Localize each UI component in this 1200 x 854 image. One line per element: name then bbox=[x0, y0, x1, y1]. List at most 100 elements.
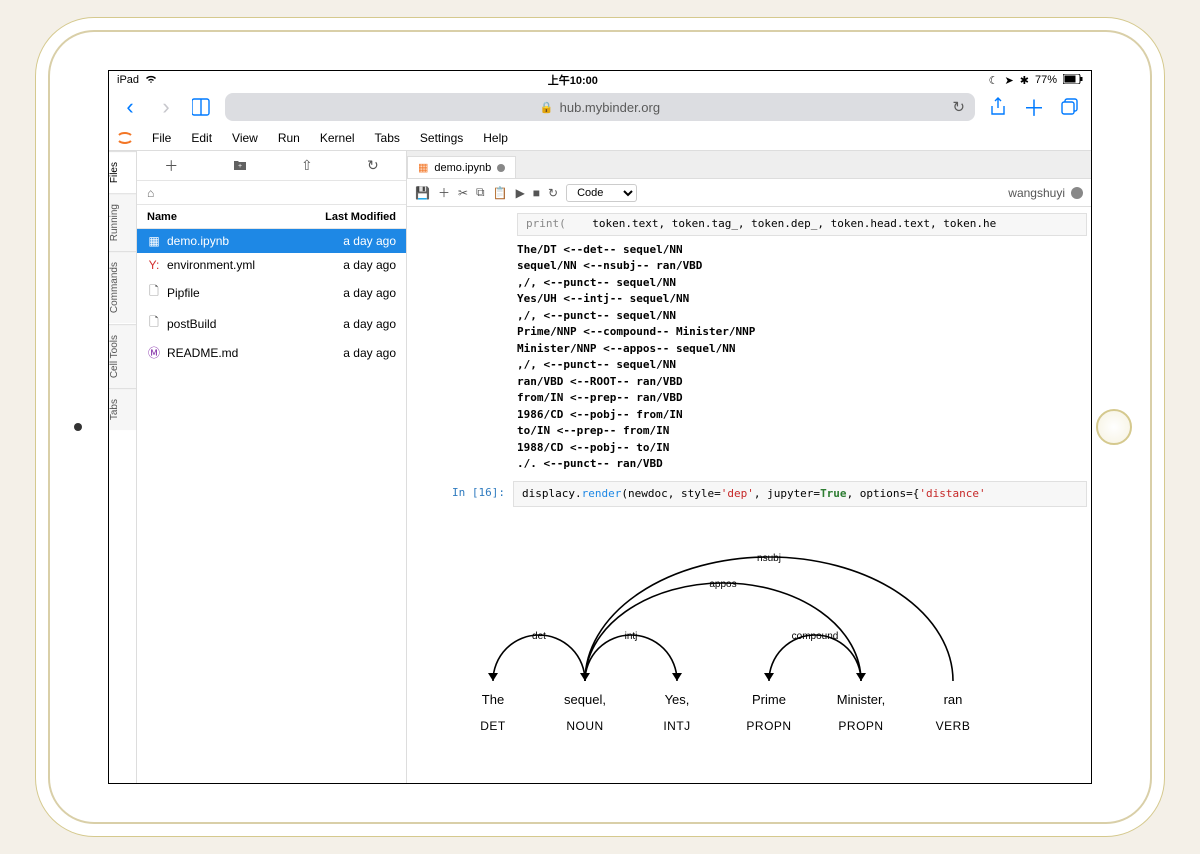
menu-view[interactable]: View bbox=[223, 128, 267, 148]
file-icon: 🗋 bbox=[147, 313, 161, 334]
dep-token: The bbox=[447, 690, 539, 710]
svg-text:+: + bbox=[238, 163, 242, 170]
input-prompt: In [16]: bbox=[451, 481, 513, 508]
dep-pos: NOUN bbox=[539, 717, 631, 735]
file-row[interactable]: ▦ demo.ipynb a day ago bbox=[137, 229, 406, 253]
file-modified: a day ago bbox=[343, 258, 396, 272]
file-row[interactable]: Y:environment.ymla day ago bbox=[137, 253, 406, 277]
device-label: iPad bbox=[117, 74, 139, 86]
battery-percent: 77% bbox=[1035, 74, 1057, 86]
jupyter-menu-bar: FileEditViewRunKernelTabsSettingsHelp bbox=[109, 125, 1091, 151]
safari-toolbar: ‹ › 🔒 hub.mybinder.org ↻ ＋ bbox=[109, 89, 1091, 125]
dep-token: Yes, bbox=[631, 690, 723, 710]
menu-tabs[interactable]: Tabs bbox=[366, 128, 409, 148]
file-name: demo.ipynb bbox=[167, 234, 229, 248]
restart-icon[interactable]: ↻ bbox=[548, 186, 558, 200]
run-icon[interactable]: ▶ bbox=[516, 186, 525, 200]
forward-button[interactable]: › bbox=[153, 94, 179, 120]
menu-help[interactable]: Help bbox=[474, 128, 517, 148]
file-icon: Ⓜ bbox=[147, 344, 161, 361]
dep-token: sequel, bbox=[539, 690, 631, 710]
side-tab-files[interactable]: Files bbox=[109, 151, 136, 193]
code-input[interactable]: displacy.render(newdoc, style='dep', jup… bbox=[513, 481, 1087, 508]
bluetooth-icon: ✱ bbox=[1020, 74, 1029, 87]
menu-settings[interactable]: Settings bbox=[411, 128, 472, 148]
code-fragment: print( token.text, token.tag_, token.dep… bbox=[517, 213, 1087, 236]
svg-text:intj: intj bbox=[625, 631, 638, 642]
add-cell-icon[interactable]: ＋ bbox=[438, 184, 450, 201]
clock: 上午10:00 bbox=[548, 72, 598, 88]
notebook-body: print( token.text, token.tag_, token.dep… bbox=[407, 207, 1091, 783]
wifi-icon bbox=[145, 74, 157, 87]
dirty-indicator-icon bbox=[497, 164, 505, 172]
displacy-output: det intj compound appos nsubj The DETsequel, N… bbox=[447, 521, 1091, 741]
jupyter-logo-icon bbox=[113, 126, 137, 150]
file-modified: a day ago bbox=[343, 346, 396, 360]
file-browser: ＋ + ⇧ ↻ ⌂ Name Last Modified ▦ demo.ipynb… bbox=[137, 151, 407, 783]
menu-file[interactable]: File bbox=[143, 128, 180, 148]
side-tab-bar: FilesRunningCommandsCell ToolsTabs bbox=[109, 151, 137, 783]
tab-title: demo.ipynb bbox=[434, 162, 491, 174]
side-tab-tabs[interactable]: Tabs bbox=[109, 388, 136, 430]
dep-pos: DET bbox=[447, 717, 539, 735]
refresh-icon[interactable]: ↻ bbox=[367, 157, 379, 174]
document-tab[interactable]: ▦ demo.ipynb bbox=[407, 156, 516, 178]
dep-pos: PROPN bbox=[723, 717, 815, 735]
stop-icon[interactable]: ■ bbox=[533, 186, 540, 200]
save-icon[interactable]: 💾 bbox=[415, 186, 430, 200]
file-row[interactable]: 🗋 postBuild a day ago bbox=[137, 308, 406, 339]
location-icon: ➤ bbox=[1005, 74, 1014, 87]
file-modified: a day ago bbox=[343, 234, 396, 248]
col-modified[interactable]: Last Modified bbox=[325, 211, 396, 223]
file-name: environment.yml bbox=[167, 258, 255, 272]
file-name: postBuild bbox=[167, 317, 216, 331]
new-tab-button[interactable]: ＋ bbox=[1021, 94, 1047, 120]
bookmarks-button[interactable] bbox=[189, 94, 215, 120]
file-name: README.md bbox=[167, 346, 238, 360]
url-bar[interactable]: 🔒 hub.mybinder.org ↻ bbox=[225, 93, 975, 121]
menu-edit[interactable]: Edit bbox=[182, 128, 221, 148]
reload-icon[interactable]: ↻ bbox=[952, 98, 965, 116]
svg-text:compound: compound bbox=[792, 631, 839, 642]
copy-icon[interactable]: ⧉ bbox=[476, 185, 485, 200]
notebook-toolbar: 💾 ＋ ✂ ⧉ 📋 ▶ ■ ↻ Code wangshuyi bbox=[407, 179, 1091, 207]
svg-text:appos: appos bbox=[709, 579, 736, 590]
dep-token: Minister, bbox=[815, 690, 907, 710]
side-tab-commands[interactable]: Commands bbox=[109, 251, 136, 323]
file-modified: a day ago bbox=[343, 286, 396, 300]
username: wangshuyi bbox=[1008, 186, 1065, 200]
side-tab-cell-tools[interactable]: Cell Tools bbox=[109, 324, 136, 388]
upload-icon[interactable]: ⇧ bbox=[301, 157, 313, 174]
side-tab-running[interactable]: Running bbox=[109, 193, 136, 251]
file-row[interactable]: Ⓜ README.md a day ago bbox=[137, 339, 406, 366]
file-icon: ▦ bbox=[147, 234, 161, 248]
col-name[interactable]: Name bbox=[147, 211, 177, 223]
new-folder-icon[interactable]: + bbox=[233, 158, 247, 174]
file-modified: a day ago bbox=[343, 317, 396, 331]
new-file-icon[interactable]: ＋ bbox=[164, 156, 178, 176]
lock-icon: 🔒 bbox=[540, 101, 554, 114]
url-text: hub.mybinder.org bbox=[560, 100, 660, 115]
home-icon[interactable]: ⌂ bbox=[147, 186, 154, 200]
cell-type-select[interactable]: Code bbox=[566, 184, 637, 202]
ios-status-bar: iPad 上午10:00 ☾ ➤ ✱ 77% bbox=[109, 71, 1091, 89]
dep-pos: INTJ bbox=[631, 717, 723, 735]
dep-pos: VERB bbox=[907, 717, 999, 735]
dep-token: Prime bbox=[723, 690, 815, 710]
menu-kernel[interactable]: Kernel bbox=[311, 128, 364, 148]
cut-icon[interactable]: ✂ bbox=[458, 186, 468, 200]
file-name: Pipfile bbox=[167, 286, 200, 300]
home-button[interactable] bbox=[1096, 409, 1132, 445]
menu-run[interactable]: Run bbox=[269, 128, 309, 148]
file-row[interactable]: 🗋Pipfilea day ago bbox=[137, 277, 406, 308]
kernel-status-icon bbox=[1071, 187, 1083, 199]
svg-text:det: det bbox=[532, 631, 546, 642]
cell-output: The/DT <--det-- sequel/NN sequel/NN <--n… bbox=[517, 242, 1091, 473]
paste-icon[interactable]: 📋 bbox=[493, 186, 508, 200]
tabs-button[interactable] bbox=[1057, 94, 1083, 120]
back-button[interactable]: ‹ bbox=[117, 94, 143, 120]
share-button[interactable] bbox=[985, 94, 1011, 120]
dep-pos: PROPN bbox=[815, 717, 907, 735]
svg-text:nsubj: nsubj bbox=[757, 553, 781, 564]
code-cell[interactable]: In [16]: displacy.render(newdoc, style='… bbox=[451, 481, 1087, 508]
